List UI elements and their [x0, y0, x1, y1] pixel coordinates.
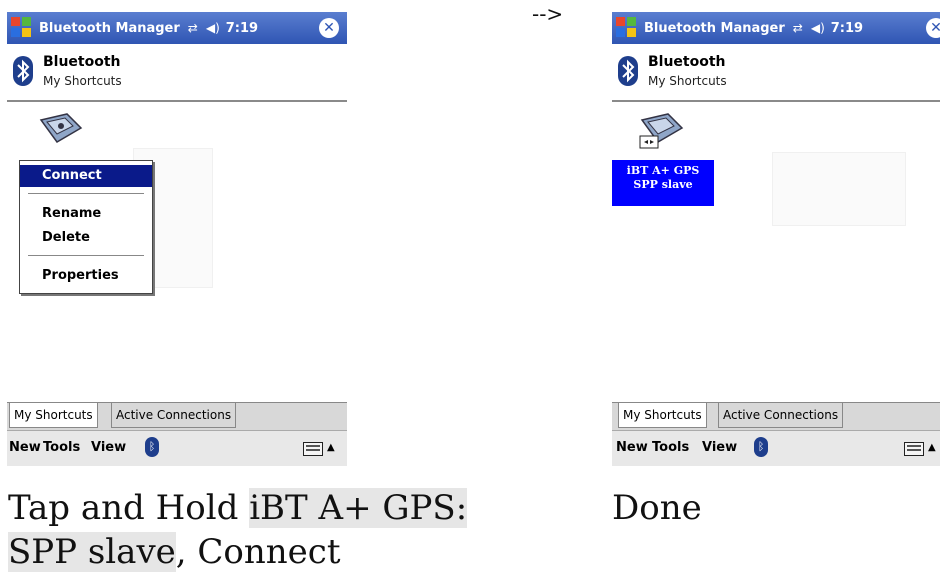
menu-item-connect[interactable]: Connect	[20, 165, 152, 187]
caption-left-highlight2: SPP slave	[8, 532, 176, 572]
right-screenshot: Bluetooth Manager ⇄ ◀) 7:19 ✕ Bluetooth …	[612, 12, 940, 466]
bluetooth-icon	[618, 56, 638, 86]
gps-device-icon[interactable]	[638, 110, 684, 154]
menu-tools[interactable]: Tools	[43, 440, 80, 455]
shortcut-area: iBT A+ GPS SPP slave	[612, 102, 940, 402]
speaker-icon[interactable]: ◀)	[811, 21, 825, 35]
menu-bar: New Tools View ᛒ ▲	[7, 430, 347, 466]
menu-item-properties[interactable]: Properties	[20, 265, 152, 287]
menu-item-delete[interactable]: Delete	[20, 227, 152, 249]
keyboard-icon[interactable]	[303, 442, 323, 456]
menu-new[interactable]: New	[616, 440, 648, 455]
shortcut-label-selected[interactable]: iBT A+ GPS SPP slave	[612, 160, 714, 206]
caption-left-text: Tap and Hold	[8, 488, 250, 528]
menu-bar: New Tools View ᛒ ▲	[612, 430, 940, 466]
close-icon[interactable]: ✕	[319, 18, 339, 38]
menu-item-rename[interactable]: Rename	[20, 203, 152, 225]
shortcut-label-line2: SPP slave	[633, 178, 693, 191]
tab-bar: My Shortcuts Active Connections	[7, 402, 347, 431]
left-screenshot: Bluetooth Manager ⇄ ◀) 7:19 ✕ Bluetooth …	[7, 12, 347, 466]
tab-active-connections[interactable]: Active Connections	[718, 403, 844, 428]
menu-tools[interactable]: Tools	[652, 440, 689, 455]
tab-my-shortcuts[interactable]: My Shortcuts	[9, 403, 98, 428]
title-bar: Bluetooth Manager ⇄ ◀) 7:19 ✕	[612, 12, 940, 44]
menu-view[interactable]: View	[702, 440, 737, 455]
connectivity-icon[interactable]: ⇄	[188, 21, 198, 35]
clock[interactable]: 7:19	[226, 21, 258, 36]
tab-my-shortcuts[interactable]: My Shortcuts	[618, 403, 707, 428]
keyboard-icon[interactable]	[904, 442, 924, 456]
menu-separator	[28, 255, 144, 256]
gps-device-icon[interactable]	[37, 110, 83, 150]
windows-flag-icon[interactable]	[616, 17, 638, 39]
app-title: Bluetooth Manager	[644, 20, 785, 36]
caption-left-text2: , Connect	[175, 532, 341, 572]
close-icon[interactable]: ✕	[926, 18, 940, 38]
context-menu: Connect Rename Delete Properties	[19, 160, 153, 294]
header-subtitle: My Shortcuts	[43, 74, 122, 88]
tab-bar: My Shortcuts Active Connections	[612, 402, 940, 431]
menu-view[interactable]: View	[91, 440, 126, 455]
header-title: Bluetooth	[43, 54, 121, 70]
faint-panel	[772, 152, 906, 226]
bluetooth-icon	[13, 56, 33, 86]
transition-arrow: -->	[532, 2, 564, 26]
app-title: Bluetooth Manager	[39, 20, 180, 36]
up-arrow-icon[interactable]: ▲	[928, 442, 936, 453]
up-arrow-icon[interactable]: ▲	[327, 442, 335, 453]
connectivity-icon[interactable]: ⇄	[793, 21, 803, 35]
header-title: Bluetooth	[648, 54, 726, 70]
caption-left-highlight: iBT A+ GPS:	[249, 488, 468, 528]
app-header: Bluetooth My Shortcuts	[612, 44, 940, 102]
shortcut-label-line1: iBT A+ GPS	[626, 164, 700, 177]
tab-active-connections[interactable]: Active Connections	[111, 403, 237, 428]
app-header: Bluetooth My Shortcuts	[7, 44, 347, 102]
speaker-icon[interactable]: ◀)	[206, 21, 220, 35]
caption-left-line2: SPP slave, Connect	[8, 532, 341, 572]
caption-left-line1: Tap and Hold iBT A+ GPS:	[8, 488, 468, 528]
menu-separator	[28, 193, 144, 194]
caption-right: Done	[612, 488, 702, 528]
menu-new[interactable]: New	[9, 440, 41, 455]
bluetooth-icon[interactable]: ᛒ	[754, 437, 768, 457]
title-bar: Bluetooth Manager ⇄ ◀) 7:19 ✕	[7, 12, 347, 44]
header-subtitle: My Shortcuts	[648, 74, 727, 88]
windows-flag-icon[interactable]	[11, 17, 33, 39]
clock[interactable]: 7:19	[831, 21, 863, 36]
bluetooth-icon[interactable]: ᛒ	[145, 437, 159, 457]
